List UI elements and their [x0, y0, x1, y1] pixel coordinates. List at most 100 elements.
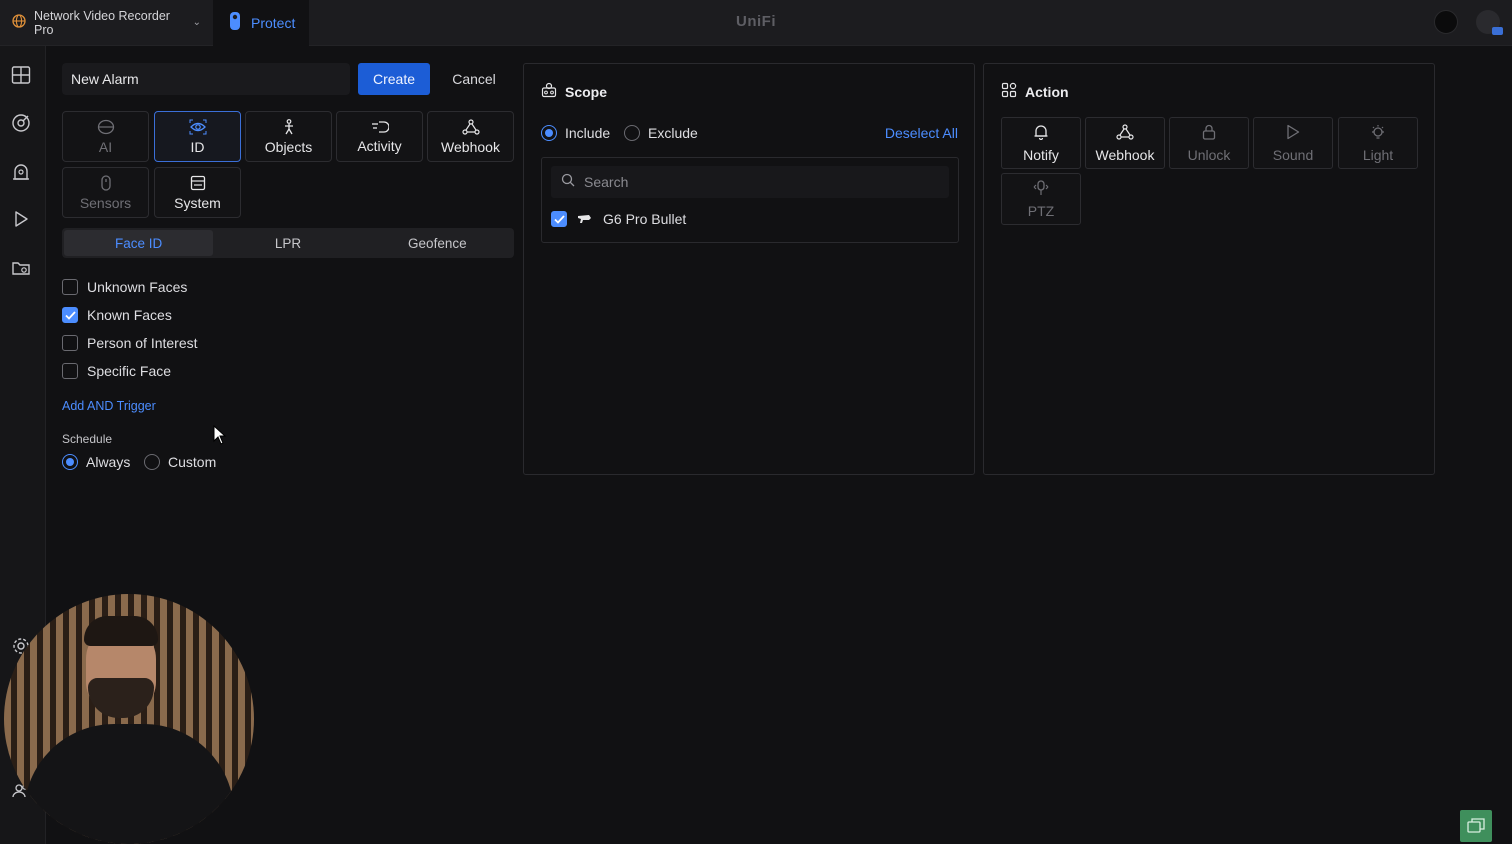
- action-label: Notify: [1023, 146, 1059, 163]
- play-icon: [1286, 124, 1300, 143]
- deselect-all-link[interactable]: Deselect All: [885, 125, 958, 141]
- top-bar: Network Video Recorder Pro ⌄ Protect Uni…: [0, 0, 1512, 46]
- action-label: Light: [1362, 146, 1394, 163]
- option-label: Unknown Faces: [87, 279, 188, 295]
- exports-folder-icon[interactable]: [10, 257, 32, 279]
- camera-checkbox[interactable]: [551, 211, 567, 227]
- camera-list: G6 Pro Bullet: [541, 157, 959, 243]
- webhook-icon: [1116, 123, 1134, 143]
- theme-toggle[interactable]: [1434, 10, 1458, 34]
- action-label: PTZ: [1027, 202, 1055, 219]
- trigger-label: AI: [98, 138, 113, 155]
- trigger-webhook[interactable]: Webhook: [427, 111, 514, 162]
- trigger-system[interactable]: System: [154, 167, 241, 218]
- ai-icon: [97, 119, 115, 135]
- action-notify[interactable]: Notify: [1001, 117, 1081, 169]
- action-label: Sound: [1272, 146, 1314, 163]
- trigger-label: Webhook: [441, 138, 500, 155]
- option-label: Person of Interest: [87, 335, 198, 351]
- tab-face-id[interactable]: Face ID: [64, 230, 214, 256]
- specific-face-checkbox[interactable]: [62, 363, 78, 379]
- mouse-cursor-icon: [213, 424, 227, 450]
- cancel-button[interactable]: Cancel: [442, 63, 506, 95]
- exclude-radio[interactable]: [624, 125, 640, 141]
- option-specific-face[interactable]: Specific Face: [62, 363, 171, 379]
- trigger-sensors[interactable]: Sensors: [62, 167, 149, 218]
- globe-icon: [12, 14, 26, 31]
- lock-icon: [1202, 124, 1216, 143]
- option-person-of-interest[interactable]: Person of Interest: [62, 335, 198, 351]
- unknown-faces-checkbox[interactable]: [62, 279, 78, 295]
- trigger-objects[interactable]: Objects: [245, 111, 332, 162]
- action-title: Action: [1001, 82, 1069, 101]
- action-unlock[interactable]: Unlock: [1169, 117, 1249, 169]
- scope-include[interactable]: Include: [541, 125, 610, 141]
- search-input[interactable]: [584, 174, 924, 190]
- bullet-camera-icon: [577, 211, 593, 227]
- camera-name: G6 Pro Bullet: [603, 211, 687, 227]
- action-light[interactable]: Light: [1338, 117, 1418, 169]
- include-radio[interactable]: [541, 125, 557, 141]
- trigger-label: Sensors: [79, 194, 132, 211]
- option-known-faces[interactable]: Known Faces: [62, 307, 172, 323]
- scope-exclude[interactable]: Exclude: [624, 125, 698, 141]
- action-label: Webhook: [1095, 146, 1155, 163]
- ptz-icon: [1033, 179, 1049, 199]
- radio-label: Custom: [168, 454, 217, 470]
- feedback-icon[interactable]: [1460, 810, 1492, 842]
- checkmark-icon: [553, 214, 565, 224]
- id-type-tabs: Face ID LPR Geofence: [62, 228, 514, 258]
- tab-geofence[interactable]: Geofence: [363, 230, 512, 256]
- tab-protect[interactable]: Protect: [213, 0, 309, 46]
- console-switcher[interactable]: Network Video Recorder Pro ⌄: [0, 0, 213, 46]
- chevron-down-icon: ⌄: [192, 17, 201, 28]
- webcam-overlay: [4, 594, 254, 844]
- sensors-icon: [100, 174, 112, 191]
- trigger-ai[interactable]: AI: [62, 111, 149, 162]
- trigger-label: Objects: [264, 138, 313, 155]
- action-label: Unlock: [1187, 146, 1231, 163]
- scope-icon: [541, 82, 557, 101]
- tab-lpr[interactable]: LPR: [213, 230, 362, 256]
- radio-label: Exclude: [648, 125, 698, 141]
- trigger-id[interactable]: ID: [154, 111, 241, 162]
- known-faces-checkbox[interactable]: [62, 307, 78, 323]
- activity-icon: [371, 120, 389, 134]
- radio-label: Always: [86, 454, 131, 470]
- add-and-trigger-link[interactable]: Add AND Trigger: [62, 399, 156, 413]
- user-avatar[interactable]: [1476, 10, 1503, 35]
- action-grid-icon: [1001, 82, 1017, 101]
- trigger-activity[interactable]: Activity: [336, 111, 423, 162]
- schedule-custom[interactable]: Custom: [144, 454, 216, 470]
- id-icon: [189, 119, 207, 135]
- playback-icon[interactable]: [10, 208, 32, 230]
- detections-icon[interactable]: [10, 112, 32, 134]
- alarm-manager-icon[interactable]: [10, 161, 32, 183]
- option-unknown-faces[interactable]: Unknown Faces: [62, 279, 187, 295]
- action-panel: Action Notify Webhook Unlock Sound Light…: [983, 63, 1435, 475]
- search-icon: [561, 173, 575, 192]
- webhook-icon: [461, 118, 480, 135]
- bell-icon: [1033, 124, 1049, 143]
- system-icon: [190, 175, 206, 191]
- alarm-name-input[interactable]: [62, 63, 350, 95]
- option-label: Specific Face: [87, 363, 172, 379]
- trigger-label: Activity: [357, 137, 402, 154]
- person-of-interest-checkbox[interactable]: [62, 335, 78, 351]
- radio-label: Include: [565, 125, 611, 141]
- always-radio[interactable]: [62, 454, 78, 470]
- action-sound[interactable]: Sound: [1253, 117, 1333, 169]
- schedule-always[interactable]: Always: [62, 454, 130, 470]
- action-ptz[interactable]: PTZ: [1001, 173, 1081, 225]
- custom-radio[interactable]: [144, 454, 160, 470]
- console-name: Network Video Recorder Pro: [34, 8, 170, 37]
- app-name: Protect: [251, 14, 296, 31]
- scope-panel: Scope Include Exclude Deselect All G6 Pr…: [523, 63, 975, 475]
- list-item[interactable]: G6 Pro Bullet: [551, 211, 686, 227]
- action-webhook[interactable]: Webhook: [1085, 117, 1165, 169]
- app-window: Network Video Recorder Pro ⌄ Protect Uni…: [0, 0, 1512, 844]
- dashboard-icon[interactable]: [10, 64, 32, 86]
- objects-icon: [281, 118, 297, 135]
- option-label: Known Faces: [87, 307, 172, 323]
- create-button[interactable]: Create: [358, 63, 430, 95]
